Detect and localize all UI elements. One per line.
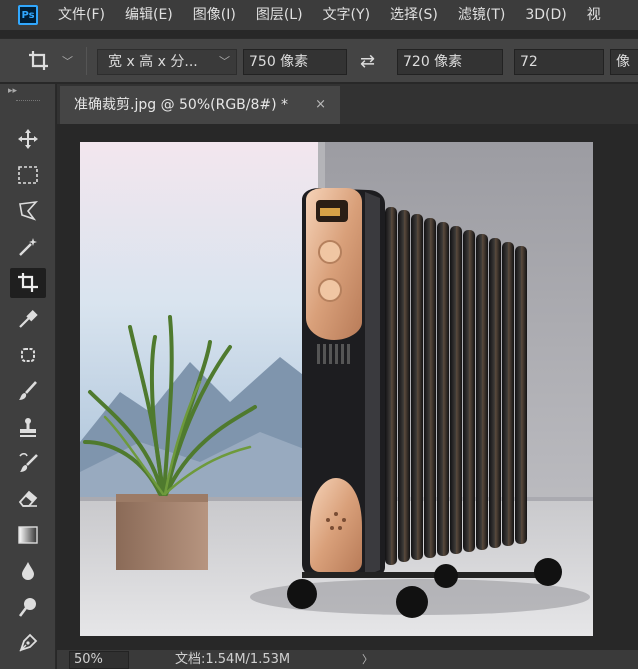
zoom-level-field[interactable]: 50% — [69, 651, 129, 669]
menu-view[interactable]: 视 — [577, 0, 611, 30]
ratio-select-value: 宽 x 高 x 分... — [108, 54, 198, 70]
document-image[interactable] — [80, 142, 593, 636]
menu-select[interactable]: 选择(S) — [380, 0, 448, 30]
options-bar: ﹀ 宽 x 高 x 分... ﹀ 750 像素 ⇄ 720 像素 72 像 — [0, 38, 638, 82]
height-input[interactable]: 720 像素 — [397, 49, 503, 75]
chevron-down-icon: ﹀ — [219, 55, 230, 68]
crop-icon[interactable] — [10, 268, 46, 298]
menu-3d[interactable]: 3D(D) — [515, 0, 576, 30]
move-icon[interactable] — [10, 124, 46, 154]
menu-layer[interactable]: 图层(L) — [246, 0, 313, 30]
close-icon[interactable]: × — [315, 86, 326, 124]
crop-icon[interactable] — [26, 49, 56, 73]
swap-icon[interactable]: ⇄ — [360, 51, 375, 72]
menu-image[interactable]: 图像(I) — [183, 0, 246, 30]
pen-icon[interactable] — [10, 628, 46, 658]
history-brush-icon[interactable] — [10, 448, 46, 478]
menu-file[interactable]: 文件(F) — [48, 0, 115, 30]
gradient-icon[interactable] — [10, 520, 46, 550]
patch-icon[interactable] — [10, 340, 46, 370]
stamp-icon[interactable] — [10, 412, 46, 442]
canvas-area[interactable] — [57, 124, 638, 650]
collapse-panel-icon[interactable]: ▸▸ — [8, 86, 17, 96]
menu-filter[interactable]: 滤镜(T) — [448, 0, 515, 30]
tool-preset-chevron-down-icon[interactable]: ﹀ — [62, 53, 73, 69]
photoshop-logo[interactable]: Ps — [18, 5, 38, 25]
resolution-unit-select[interactable]: 像 — [610, 49, 638, 75]
dodge-icon[interactable] — [10, 592, 46, 622]
chevron-right-icon[interactable]: 〉 — [362, 651, 373, 669]
status-bar: 50% 文档:1.54M/1.53M 〉 — [57, 650, 638, 669]
document-tab-title: 准确裁剪.jpg @ 50%(RGB/8#) * — [74, 97, 289, 113]
eraser-icon[interactable] — [10, 484, 46, 514]
blur-drop-icon[interactable] — [10, 556, 46, 586]
menu-bar: Ps 文件(F) 编辑(E) 图像(I) 图层(L) 文字(Y) 选择(S) 滤… — [0, 0, 638, 30]
separator — [86, 47, 87, 75]
marquee-icon[interactable] — [10, 160, 46, 190]
document-size-info: 文档:1.54M/1.53M — [175, 652, 291, 667]
menu-type[interactable]: 文字(Y) — [313, 0, 380, 30]
panel-grip[interactable] — [16, 100, 40, 103]
width-input[interactable]: 750 像素 — [243, 49, 347, 75]
menu-edit[interactable]: 编辑(E) — [115, 0, 183, 30]
brush-icon[interactable] — [10, 376, 46, 406]
resolution-input[interactable]: 72 — [514, 49, 604, 75]
tools-panel: ▸▸ — [0, 84, 56, 669]
magic-wand-icon[interactable] — [10, 232, 46, 262]
eyedropper-icon[interactable] — [10, 304, 46, 334]
document-tab[interactable]: 准确裁剪.jpg @ 50%(RGB/8#) * × — [60, 86, 340, 124]
document-tab-bar: 准确裁剪.jpg @ 50%(RGB/8#) * × — [57, 84, 638, 124]
lasso-icon[interactable] — [10, 196, 46, 226]
ratio-select[interactable]: 宽 x 高 x 分... ﹀ — [97, 49, 237, 75]
